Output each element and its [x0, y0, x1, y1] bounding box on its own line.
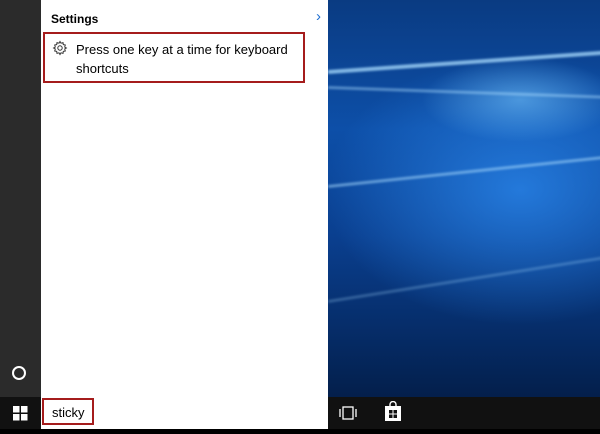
- start-button[interactable]: [0, 397, 41, 429]
- chevron-right-icon[interactable]: ›: [316, 9, 321, 25]
- task-view-icon[interactable]: [338, 403, 358, 423]
- taskbar-search-box[interactable]: sticky: [41, 397, 328, 429]
- store-icon[interactable]: [382, 401, 404, 423]
- start-menu-rail: [0, 0, 41, 397]
- light-beam: [327, 49, 600, 74]
- search-result-item[interactable]: Press one key at a time for keyboard sho…: [43, 32, 305, 83]
- light-beam: [327, 86, 600, 100]
- light-beam: [327, 154, 600, 188]
- search-results-panel: Settings › Press one key at a time for k…: [41, 0, 328, 397]
- cortana-icon[interactable]: [12, 366, 26, 380]
- light-beam: [327, 254, 600, 303]
- gear-icon: [52, 40, 68, 56]
- settings-section-header[interactable]: Settings ›: [51, 9, 321, 27]
- section-title: Settings: [51, 12, 99, 26]
- windows-start-icon: [13, 406, 28, 421]
- result-label: Press one key at a time for keyboard sho…: [76, 42, 288, 76]
- taskbar: sticky: [0, 397, 600, 429]
- search-input[interactable]: sticky: [42, 398, 94, 425]
